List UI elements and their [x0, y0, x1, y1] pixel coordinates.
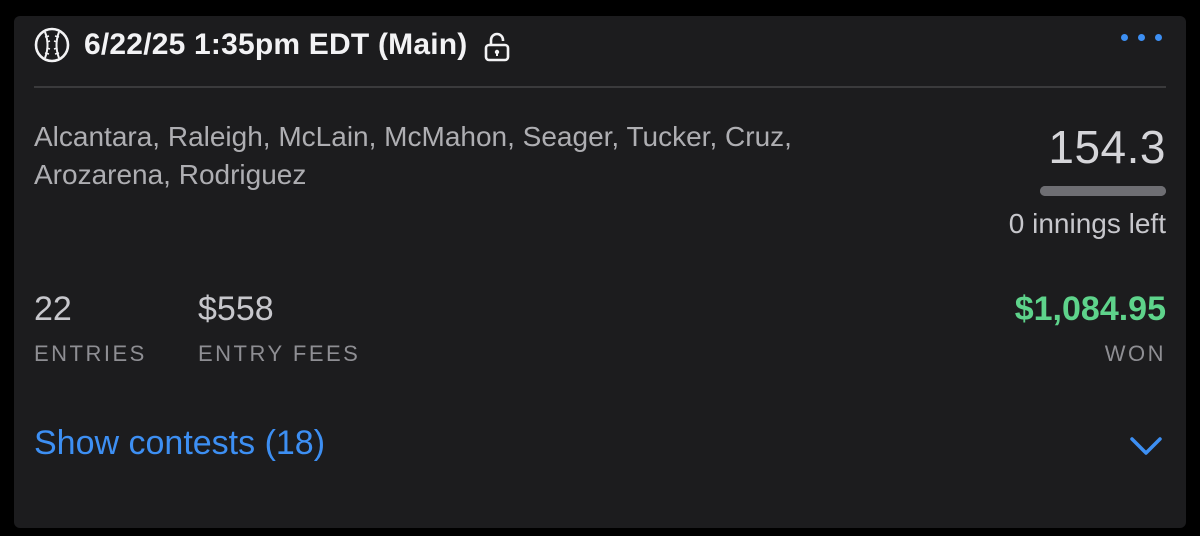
lineup-players: Alcantara, Raleigh, McLain, McMahon, Sea…	[34, 121, 792, 190]
innings-progress-bar	[1040, 186, 1166, 196]
entry-fees-value: $558	[198, 290, 274, 328]
won-stat: $1,084.95 WON	[1015, 290, 1166, 367]
entries-stat: 22 ENTRIES	[34, 290, 147, 367]
innings-remaining: 0 innings left	[1008, 208, 1166, 239]
chevron-down-icon[interactable]	[1128, 434, 1164, 458]
unlocked-padlock-icon	[485, 32, 510, 62]
show-contests-link[interactable]: Show contests (18)	[34, 424, 325, 463]
more-options-button[interactable]	[1121, 34, 1162, 41]
header-divider	[34, 86, 1166, 88]
fantasy-points: 154.3	[1048, 121, 1166, 173]
entries-label: ENTRIES	[34, 341, 147, 366]
won-label: WON	[1104, 341, 1166, 366]
ellipsis-icon	[1121, 34, 1128, 41]
entry-fees-stat: $558 ENTRY FEES	[198, 290, 360, 367]
won-value: $1,084.95	[1014, 290, 1166, 328]
card-header: 6/22/25 1:35pm EDT (Main)	[34, 24, 1166, 66]
baseball-icon	[34, 27, 70, 63]
entry-fees-label: ENTRY FEES	[198, 341, 361, 366]
slate-title: 6/22/25 1:35pm EDT (Main)	[84, 28, 468, 61]
innings-progress-fill	[1040, 186, 1166, 196]
entries-value: 22	[34, 290, 72, 328]
